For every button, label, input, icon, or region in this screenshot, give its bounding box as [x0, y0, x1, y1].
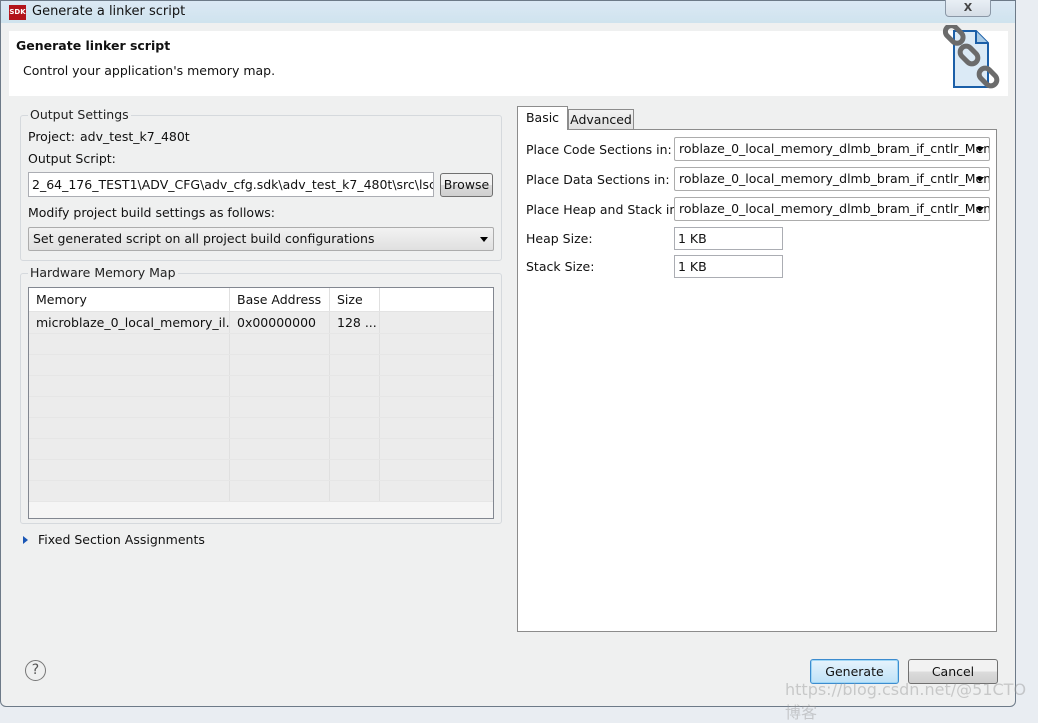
output-script-label: Output Script:	[28, 151, 116, 166]
browse-button[interactable]: Browse	[440, 173, 493, 197]
heap-stack-dropdown[interactable]: roblaze_0_local_memory_dlmb_bram_if_cntl…	[674, 197, 990, 221]
empty-row	[29, 334, 493, 355]
empty-row	[29, 481, 493, 502]
column-base-address[interactable]: Base Address	[230, 288, 330, 311]
dialog-header: Generate linker script Control your appl…	[9, 25, 1008, 96]
output-settings-label: Output Settings	[28, 107, 131, 122]
close-button[interactable]: X	[945, 0, 991, 17]
heap-stack-label: Place Heap and Stack in:	[526, 202, 682, 217]
data-sections-dropdown[interactable]: roblaze_0_local_memory_dlmb_bram_if_cntl…	[674, 167, 990, 191]
base-address-cell: 0x00000000	[230, 312, 330, 333]
column-size[interactable]: Size	[330, 288, 380, 311]
project-value: adv_test_k7_480t	[80, 129, 190, 144]
build-settings-dropdown[interactable]: Set generated script on all project buil…	[28, 227, 494, 251]
memory-map-label: Hardware Memory Map	[28, 265, 178, 280]
code-sections-label: Place Code Sections in:	[526, 142, 672, 157]
column-memory[interactable]: Memory	[29, 288, 230, 311]
empty-row	[29, 439, 493, 460]
heap-size-input[interactable]: 1 KB	[674, 227, 783, 250]
chain-document-icon	[942, 25, 1000, 89]
modify-build-label: Modify project build settings as follows…	[28, 205, 276, 220]
data-sections-value: roblaze_0_local_memory_dlmb_bram_if_cntl…	[679, 171, 990, 186]
chevron-down-icon	[976, 207, 984, 212]
window-title: Generate a linker script	[32, 4, 186, 19]
memory-map-table: Memory Base Address Size microblaze_0_lo…	[28, 287, 494, 519]
title-bar: SDK Generate a linker script X	[1, 0, 1015, 23]
chevron-down-icon	[976, 147, 984, 152]
size-cell: 128 ...	[330, 312, 380, 333]
chevron-down-icon	[976, 177, 984, 182]
page-subtitle: Control your application's memory map.	[23, 63, 276, 78]
expand-triangle-icon	[23, 536, 28, 544]
empty-row	[29, 397, 493, 418]
empty-row	[29, 376, 493, 397]
empty-row	[29, 418, 493, 439]
project-label: Project:	[28, 129, 75, 144]
heap-stack-value: roblaze_0_local_memory_dlmb_bram_if_cntl…	[679, 201, 990, 216]
stack-size-input[interactable]: 1 KB	[674, 255, 783, 278]
fixed-section-assignments-toggle[interactable]: Fixed Section Assignments	[23, 532, 205, 547]
output-script-input[interactable]: 2_64_176_TEST1\ADV_CFG\adv_cfg.sdk\adv_t…	[28, 172, 434, 197]
tab-basic[interactable]: Basic	[517, 106, 568, 130]
help-icon[interactable]: ?	[25, 660, 46, 681]
fixed-section-label: Fixed Section Assignments	[37, 532, 205, 547]
stack-size-label: Stack Size:	[526, 259, 595, 274]
tab-advanced[interactable]: Advanced	[568, 109, 634, 129]
watermark: https://blog.csdn.net/@51CTO博客	[785, 680, 1027, 722]
code-sections-dropdown[interactable]: roblaze_0_local_memory_dlmb_bram_if_cntl…	[674, 137, 990, 161]
code-sections-value: roblaze_0_local_memory_dlmb_bram_if_cntl…	[679, 141, 990, 156]
sdk-app-icon: SDK	[9, 5, 26, 20]
build-settings-value: Set generated script on all project buil…	[33, 231, 375, 246]
memory-cell: microblaze_0_local_memory_il...	[29, 312, 230, 333]
table-header: Memory Base Address Size	[29, 288, 493, 312]
page-title: Generate linker script	[16, 38, 171, 53]
empty-row	[29, 355, 493, 376]
dialog-window: SDK Generate a linker script X Generate …	[0, 0, 1016, 707]
table-row[interactable]: microblaze_0_local_memory_il... 0x000000…	[29, 312, 493, 334]
heap-size-label: Heap Size:	[526, 231, 593, 246]
chevron-down-icon	[480, 237, 488, 242]
empty-row	[29, 460, 493, 481]
data-sections-label: Place Data Sections in:	[526, 172, 670, 187]
